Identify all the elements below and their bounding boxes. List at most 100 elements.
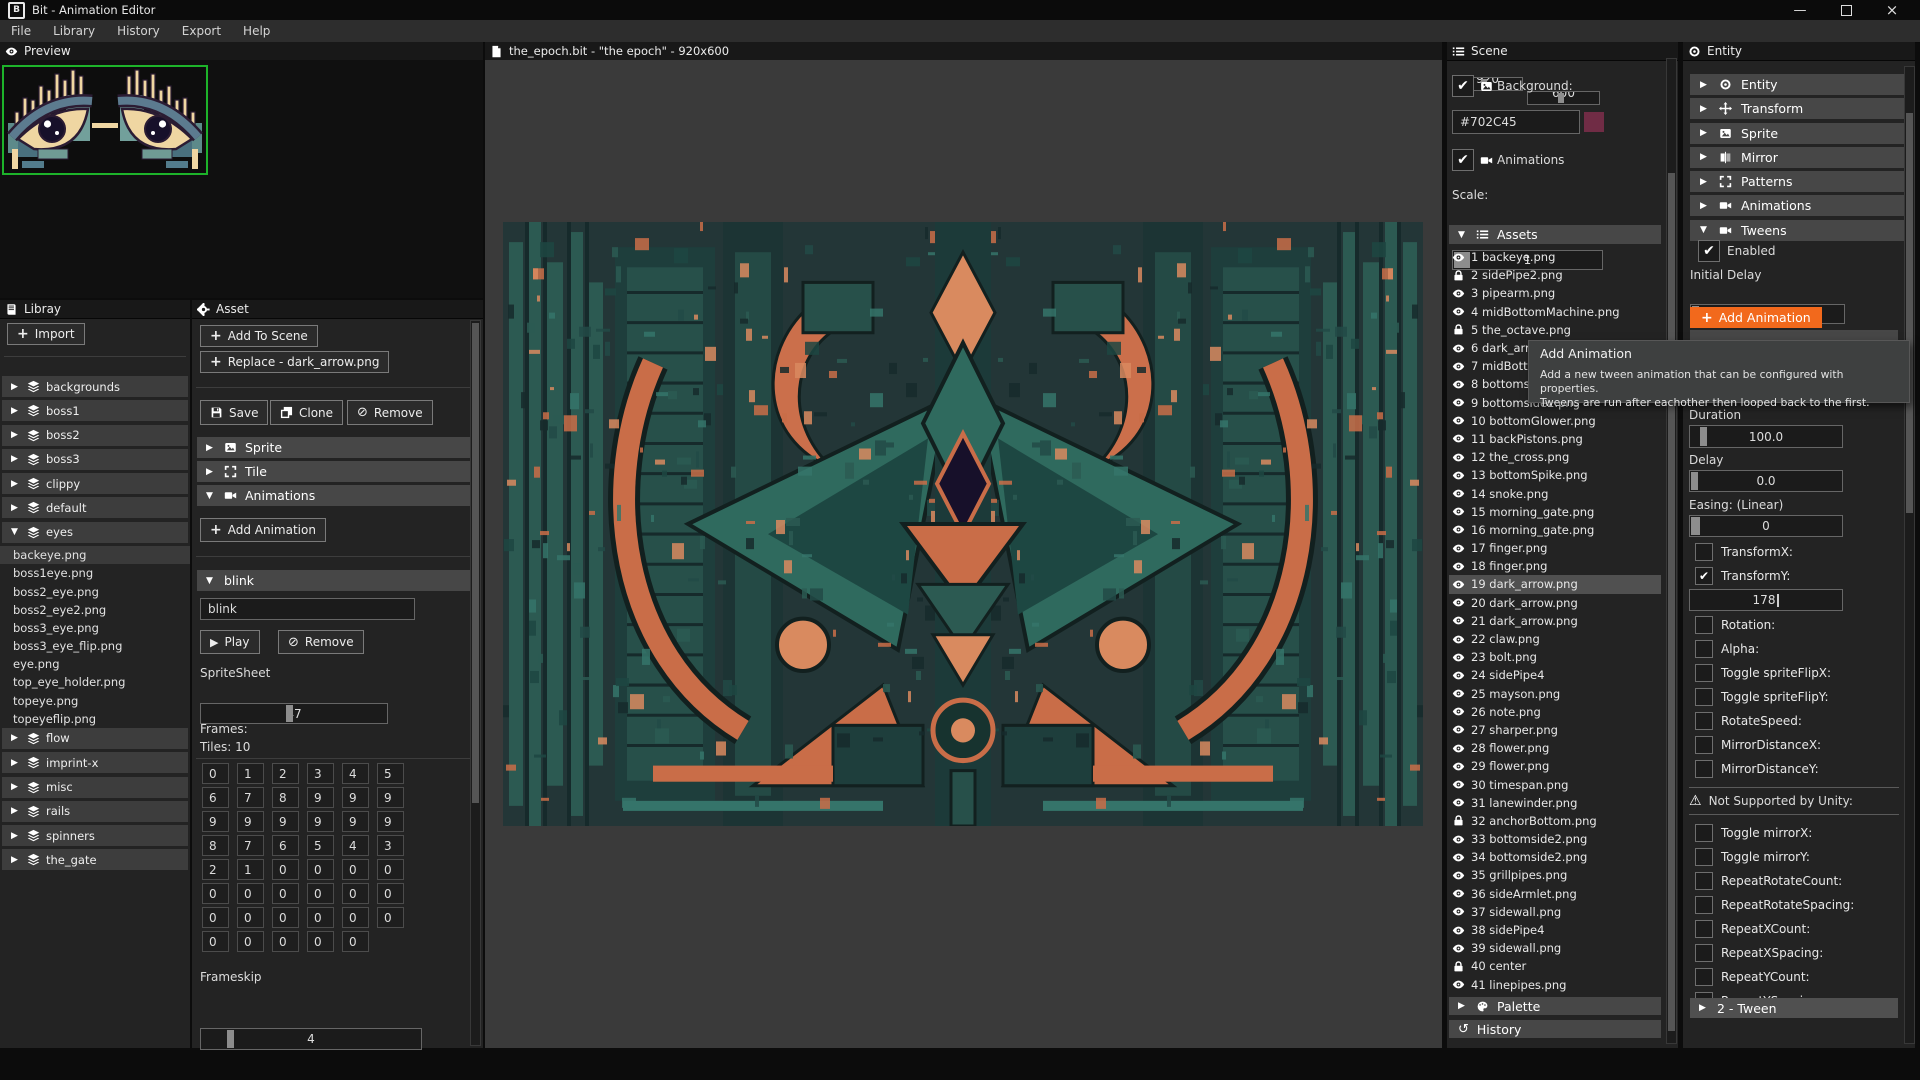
frame-cell[interactable]: 0 (342, 907, 369, 928)
frame-cell[interactable]: 0 (272, 931, 299, 952)
prop-checkbox[interactable] (1695, 760, 1713, 778)
scene-asset-12[interactable]: 12 the_cross.png (1449, 448, 1661, 466)
frame-cell[interactable]: 1 (237, 763, 264, 784)
library-folder-the_gate[interactable]: ▶ the_gate (2, 849, 188, 871)
frame-cell[interactable]: 0 (272, 883, 299, 904)
frame-cell[interactable]: 0 (237, 883, 264, 904)
frame-cell[interactable]: 0 (202, 931, 229, 952)
remove-button[interactable]: ⊘ Remove (347, 400, 433, 425)
frame-cell[interactable]: 0 (272, 907, 299, 928)
frame-cell[interactable]: 9 (377, 787, 404, 808)
scene-asset-31[interactable]: 31 lanewinder.png (1449, 794, 1661, 812)
prop-checkbox[interactable] (1695, 824, 1713, 842)
duration-input[interactable]: 100.0 (1689, 425, 1843, 448)
scene-asset-26[interactable]: 26 note.png (1449, 703, 1661, 721)
frame-cell[interactable]: 2 (272, 763, 299, 784)
clone-button[interactable]: Clone (270, 400, 344, 425)
library-folder-misc[interactable]: ▶ misc (2, 776, 188, 798)
frame-cell[interactable]: 2 (202, 859, 229, 880)
scene-height-input[interactable]: 600 (1527, 91, 1600, 105)
maximize-button[interactable] (1829, 0, 1863, 20)
entity-section-entity[interactable]: ▶ Entity (1690, 74, 1908, 95)
scene-asset-29[interactable]: 29 flower.png (1449, 757, 1661, 775)
library-file-boss3_eye_flip.png[interactable]: boss3_eye_flip.png (0, 637, 190, 655)
tile-section-header[interactable]: ▶ Tile (197, 461, 470, 482)
scene-asset-38[interactable]: 38 sidePipe4 (1449, 921, 1661, 939)
frame-cell[interactable]: 0 (342, 931, 369, 952)
library-file-boss1eye.png[interactable]: boss1eye.png (0, 564, 190, 582)
scene-asset-32[interactable]: 32 anchorBottom.png (1449, 812, 1661, 830)
frame-cell[interactable]: 7 (237, 787, 264, 808)
prop-checkbox[interactable] (1695, 920, 1713, 938)
entity-scrollbar[interactable] (1904, 66, 1915, 1044)
scene-asset-27[interactable]: 27 sharper.png (1449, 721, 1661, 739)
scene-asset-34[interactable]: 34 bottomside2.png (1449, 848, 1661, 866)
prop-checkbox[interactable] (1695, 848, 1713, 866)
preview-image[interactable] (2, 65, 208, 175)
spritesheet-input[interactable]: 47 (200, 703, 388, 724)
slider-handle[interactable] (286, 705, 293, 722)
library-folder-boss2[interactable]: ▶ boss2 (2, 424, 188, 446)
prop-checkbox[interactable] (1695, 664, 1713, 682)
frame-cell[interactable]: 6 (272, 835, 299, 856)
scene-asset-15[interactable]: 15 morning_gate.png (1449, 503, 1661, 521)
prop-checkbox[interactable] (1695, 640, 1713, 658)
scene-asset-23[interactable]: 23 bolt.png (1449, 648, 1661, 666)
library-folder-boss1[interactable]: ▶ boss1 (2, 400, 188, 422)
frame-cell[interactable]: 0 (342, 859, 369, 880)
scene-asset-20[interactable]: 20 dark_arrow.png (1449, 594, 1661, 612)
minimize-button[interactable]: — (1783, 0, 1817, 20)
scene-asset-25[interactable]: 25 mayson.png (1449, 685, 1661, 703)
frame-cell[interactable]: 8 (272, 787, 299, 808)
menu-library[interactable]: Library (42, 20, 106, 42)
background-checkbox[interactable]: ✔ (1452, 75, 1474, 97)
frame-cell[interactable]: 4 (342, 763, 369, 784)
menu-export[interactable]: Export (171, 20, 232, 42)
prop-checkbox[interactable] (1695, 712, 1713, 730)
frame-cell[interactable]: 0 (237, 907, 264, 928)
frame-cell[interactable]: 0 (377, 883, 404, 904)
entity-scrollbar-thumb[interactable] (1906, 113, 1913, 513)
frameskip-input[interactable]: 4 (200, 1028, 422, 1050)
prop-checkbox[interactable] (1695, 896, 1713, 914)
library-file-topeyeflip.png[interactable]: topeyeflip.png (0, 710, 190, 728)
tween-2-section-header[interactable]: ▶ 2 - Tween (1690, 998, 1898, 1018)
save-button[interactable]: Save (200, 400, 269, 425)
frame-cell[interactable]: 0 (307, 931, 334, 952)
frame-cell[interactable]: 4 (342, 835, 369, 856)
entity-section-transform[interactable]: ▶ Transform (1690, 98, 1908, 120)
scene-asset-13[interactable]: 13 bottomSpike.png (1449, 466, 1661, 484)
entity-section-mirror[interactable]: ▶ Mirror (1690, 146, 1908, 168)
asset-scrollbar-thumb[interactable] (472, 323, 479, 803)
enabled-checkbox[interactable]: ✔ (1698, 240, 1720, 262)
frame-cell[interactable]: 0 (307, 859, 334, 880)
scene-scrollbar[interactable] (1666, 58, 1677, 1044)
scene-artwork[interactable] (503, 222, 1423, 826)
frame-cell[interactable]: 0 (202, 763, 229, 784)
library-file-top_eye_holder.png[interactable]: top_eye_holder.png (0, 673, 190, 691)
slider-handle[interactable] (227, 1030, 234, 1048)
library-folder-default[interactable]: ▶ default (2, 497, 188, 519)
frame-cell[interactable]: 9 (202, 811, 229, 832)
scene-asset-14[interactable]: 14 snoke.png (1449, 484, 1661, 502)
entity-section-animations[interactable]: ▶ Animations (1690, 195, 1908, 217)
menu-file[interactable]: File (0, 20, 42, 42)
prop-checkbox[interactable] (1695, 543, 1713, 561)
library-folder-eyes[interactable]: ▼ eyes (2, 521, 188, 543)
scene-asset-40[interactable]: 40 center (1449, 957, 1661, 975)
library-file-boss2_eye2.png[interactable]: boss2_eye2.png (0, 601, 190, 619)
scene-scrollbar-thumb[interactable] (1668, 173, 1675, 1031)
background-color-input[interactable]: #702C45 (1452, 110, 1580, 134)
assets-section-header[interactable]: ▼ Assets (1449, 225, 1661, 244)
history-section-header[interactable]: ↺ History (1449, 1020, 1661, 1038)
replace-button[interactable]: + Replace - dark_arrow.png (200, 351, 390, 373)
library-file-boss3_eye.png[interactable]: boss3_eye.png (0, 619, 190, 637)
frame-cell[interactable]: 0 (342, 883, 369, 904)
scene-asset-3[interactable]: 3 pipearm.png (1449, 284, 1661, 302)
scene-asset-41[interactable]: 41 linepipes.png (1449, 976, 1661, 994)
frame-cell[interactable]: 0 (202, 883, 229, 904)
scene-asset-33[interactable]: 33 bottomside2.png (1449, 830, 1661, 848)
prop-checkbox[interactable] (1695, 968, 1713, 986)
asset-add-animation-button[interactable]: + Add Animation (200, 518, 326, 542)
scene-asset-4[interactable]: 4 midBottomMachine.png (1449, 303, 1661, 321)
